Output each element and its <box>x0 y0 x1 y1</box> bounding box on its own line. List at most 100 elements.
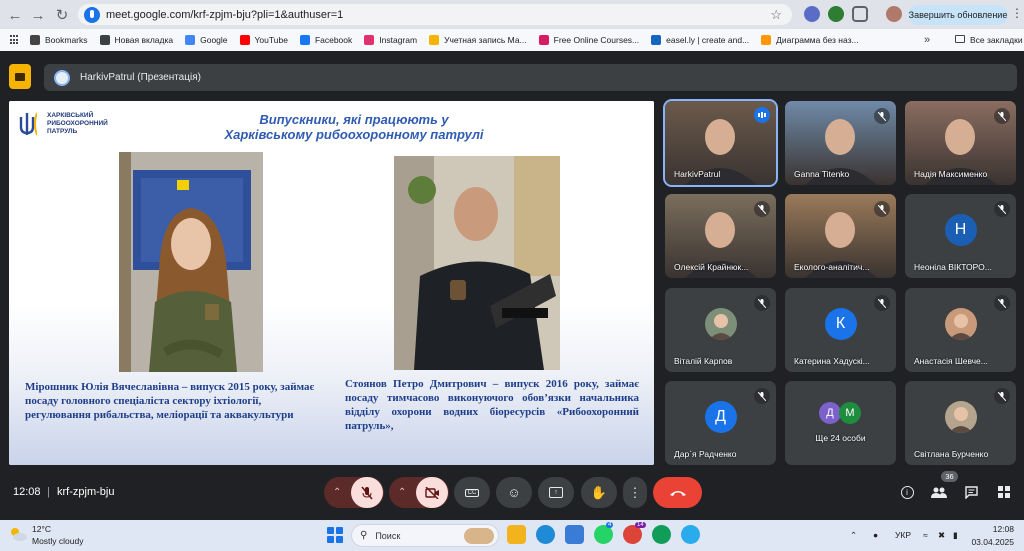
bookmark-item[interactable]: Новая вкладка <box>99 35 173 45</box>
participant-tile[interactable]: Надія Максименко <box>905 101 1016 185</box>
participant-tile[interactable]: Д М Ще 24 особи <box>785 381 896 465</box>
bookmark-item[interactable]: Bookmarks <box>30 35 88 45</box>
participant-name: HarkivPatrul <box>674 169 721 179</box>
speaking-indicator-icon <box>754 107 770 123</box>
apps-grid-icon[interactable] <box>10 35 20 45</box>
reactions-button[interactable]: ☺ <box>496 477 532 508</box>
weather-temperature[interactable]: 12°C <box>32 524 51 534</box>
raise-hand-button[interactable]: ✋ <box>581 477 617 508</box>
bookmarks-overflow-icon[interactable]: » <box>924 34 930 46</box>
address-bar[interactable]: meet.google.com/krf-zpjm-bju?pli=1&authu… <box>78 4 792 25</box>
chat-icon <box>964 485 978 499</box>
participant-name: Неоніла ВІКТОРО... <box>914 262 992 272</box>
meeting-info-button[interactable]: i <box>897 482 917 502</box>
bookmark-favicon-icon <box>538 35 549 45</box>
wifi-icon[interactable]: ≈ <box>923 530 928 540</box>
slide-title-line2: Харківському рибоохоронному патрулі <box>224 127 484 142</box>
participant-tile[interactable]: Світлана Бурченко <box>905 381 1016 465</box>
edge-browser-icon[interactable] <box>536 525 555 544</box>
participant-tile[interactable]: Ganna Titenko <box>785 101 896 185</box>
participant-tile[interactable]: HarkivPatrul <box>663 99 778 187</box>
participant-name: Ще 24 особи <box>815 433 866 443</box>
participant-name: Дар`я Радченко <box>674 449 737 459</box>
extensions-puzzle-icon[interactable] <box>852 6 868 22</box>
tray-chevron-icon[interactable]: ⌃ <box>850 530 857 541</box>
bookmark-label: Facebook <box>314 35 353 45</box>
camera-toggle-button[interactable] <box>416 477 448 508</box>
mic-off-icon <box>994 108 1010 124</box>
bookmark-item[interactable]: Google <box>185 35 228 45</box>
bookmark-star-icon[interactable]: ☆ <box>770 7 782 23</box>
forward-icon[interactable]: → <box>26 3 50 27</box>
taskbar-search[interactable]: ⚲ Поиск <box>351 524 499 547</box>
bookmark-favicon-icon <box>364 35 375 45</box>
extension-gear-icon[interactable] <box>804 6 820 22</box>
bookmark-label: Диаграмма без наз... <box>776 35 859 45</box>
mic-off-icon <box>874 108 890 124</box>
search-icon: ⚲ <box>360 530 368 541</box>
people-button[interactable] <box>929 482 949 502</box>
bookmark-item[interactable]: Учетная запись Ма... <box>429 35 527 45</box>
battery-icon[interactable]: ▮ <box>953 530 958 541</box>
all-bookmarks-folder-icon <box>955 35 965 43</box>
participant-tile[interactable]: Анастасія Шевче... <box>905 288 1016 372</box>
file-explorer-icon[interactable] <box>507 525 526 544</box>
browser-menu-icon[interactable]: ⋮ <box>1011 6 1023 20</box>
bookmark-item[interactable]: Facebook <box>299 35 353 45</box>
back-icon[interactable]: ← <box>3 3 27 27</box>
participant-tile[interactable]: Н Неоніла ВІКТОРО... <box>905 194 1016 278</box>
mic-toggle-button[interactable] <box>351 477 383 508</box>
bookmark-favicon-icon <box>185 35 196 45</box>
more-vert-icon: ⋮ <box>628 484 642 500</box>
slide-title: Випускники, які працюють у Харківському … <box>189 112 519 142</box>
graduate-photo-woman <box>119 152 263 372</box>
volume-muted-icon[interactable]: ✖ <box>938 530 945 541</box>
bookmark-label: Free Online Courses... <box>553 35 640 45</box>
present-button[interactable]: ↑ <box>538 477 574 508</box>
mic-off-icon <box>874 201 890 217</box>
keyboard-language[interactable]: УКР <box>895 530 911 540</box>
bookmark-favicon-icon <box>30 35 40 45</box>
profile-avatar[interactable] <box>886 6 902 22</box>
apps-icon <box>998 486 1010 498</box>
captions-button[interactable]: CC <box>454 477 490 508</box>
reload-icon[interactable]: ↻ <box>50 3 74 27</box>
participant-name: Надія Максименко <box>914 169 988 179</box>
bookmark-item[interactable]: Free Online Courses... <box>538 35 640 45</box>
trident-logo-icon <box>19 112 37 136</box>
tray-mic-icon[interactable]: ● <box>873 530 878 540</box>
participant-avatar: Д <box>704 401 737 433</box>
all-bookmarks-link[interactable]: Все закладки <box>970 35 1023 45</box>
bookmark-item[interactable]: easel.ly | create and... <box>651 35 749 45</box>
participant-tile[interactable]: К Катерина Хадускі... <box>785 288 896 372</box>
leave-call-button[interactable] <box>653 477 702 508</box>
bookmark-item[interactable]: Instagram <box>364 35 417 45</box>
taskbar-time[interactable]: 12:08 <box>979 524 1014 534</box>
more-options-button[interactable]: ⋮ <box>623 477 647 508</box>
organization-logo-text: ХАРКІВСЬКИЙ РИБООХОРОННИЙ ПАТРУЛЬ <box>47 112 108 135</box>
participant-name: Анастасія Шевче... <box>914 356 988 366</box>
windows-start-icon[interactable] <box>327 527 343 543</box>
participant-tile[interactable]: Віталій Карпов <box>665 288 776 372</box>
update-button[interactable]: Завершить обновление <box>908 5 1008 25</box>
bookmark-item[interactable]: Диаграмма без наз... <box>761 35 859 45</box>
taskbar-date[interactable]: 03.04.2025 <box>967 537 1014 547</box>
telegram-icon[interactable] <box>681 525 700 544</box>
extension-green-icon[interactable] <box>828 6 844 22</box>
participant-avatar <box>944 308 977 340</box>
participant-tile[interactable]: Олексій Крайнюк... <box>665 194 776 278</box>
info-icon: i <box>900 485 914 499</box>
participant-tile[interactable]: Еколого-аналітич... <box>785 194 896 278</box>
presentation-icon <box>9 64 31 89</box>
participant-tile[interactable]: Д Дар`я Радченко <box>665 381 776 465</box>
participant-avatar: М <box>839 402 861 424</box>
weather-description[interactable]: Mostly cloudy <box>32 536 84 546</box>
bookmark-item[interactable]: YouTube <box>239 35 288 45</box>
bookmark-favicon-icon <box>651 35 662 45</box>
chat-button[interactable] <box>961 482 981 502</box>
cloud-sun-icon <box>11 528 27 541</box>
activities-button[interactable] <box>994 482 1014 502</box>
store-icon[interactable] <box>565 525 584 544</box>
meet-mic-icon <box>84 6 100 23</box>
chrome-icon[interactable] <box>652 525 671 544</box>
